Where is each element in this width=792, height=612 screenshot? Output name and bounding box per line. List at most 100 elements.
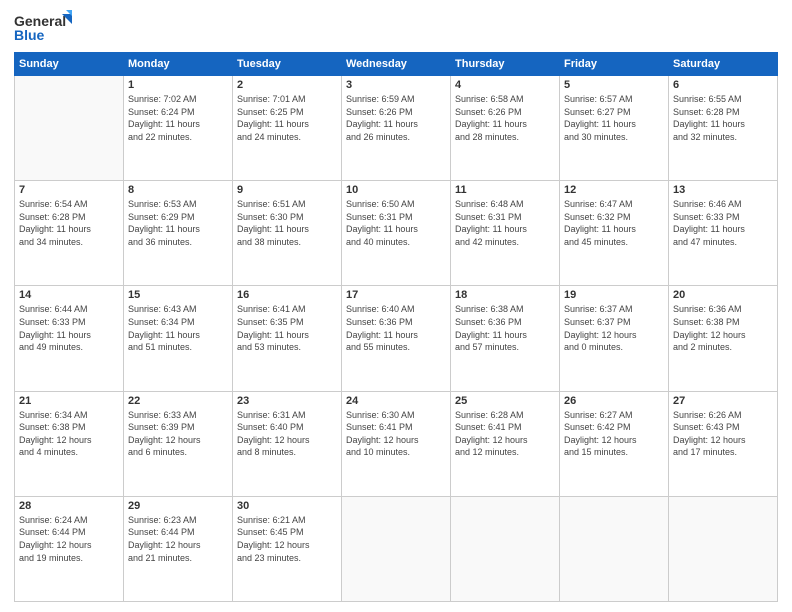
cell-sun-info: Sunrise: 6:53 AM Sunset: 6:29 PM Dayligh… <box>128 198 228 248</box>
calendar-cell: 27Sunrise: 6:26 AM Sunset: 6:43 PM Dayli… <box>669 391 778 496</box>
calendar-cell <box>342 496 451 601</box>
col-header-tuesday: Tuesday <box>233 53 342 76</box>
calendar-cell: 18 Sunrise: 6:38 AM Sunset: 6:36 PM Dayli… <box>451 286 560 391</box>
day-number: 10 <box>346 184 446 196</box>
cell-sun-info: Sunrise: 6:41 AM Sunset: 6:35 PM Dayligh… <box>237 303 337 353</box>
cell-sun-info: Sunrise: 6:51 AM Sunset: 6:30 PM Dayligh… <box>237 198 337 248</box>
day-number: 25 <box>455 395 555 407</box>
calendar-cell: 28 Sunrise: 6:24 AM Sunset: 6:44 PM Dayli… <box>15 496 124 601</box>
cell-sun-info: Sunrise: 6:21 AM Sunset: 6:45 PM Dayligh… <box>237 514 337 564</box>
cell-sun-info: Sunrise: 6:31 AM Sunset: 6:40 PM Dayligh… <box>237 409 337 459</box>
cell-sun-info: Sunrise: 6:23 AM Sunset: 6:44 PM Dayligh… <box>128 514 228 564</box>
cell-sun-info: Sunrise: 6:33 AM Sunset: 6:39 PM Dayligh… <box>128 409 228 459</box>
day-number: 16 <box>237 289 337 301</box>
cell-sun-info: Sunrise: 6:38 AM Sunset: 6:36 PM Dayligh… <box>455 303 555 353</box>
day-number: 23 <box>237 395 337 407</box>
calendar-cell: 3 Sunrise: 6:59 AM Sunset: 6:26 PM Daylig… <box>342 76 451 181</box>
col-header-saturday: Saturday <box>669 53 778 76</box>
calendar-cell: 9Sunrise: 6:51 AM Sunset: 6:30 PM Daylig… <box>233 181 342 286</box>
cell-sun-info: Sunrise: 7:02 AM Sunset: 6:24 PM Dayligh… <box>128 93 228 143</box>
calendar-cell: 15Sunrise: 6:43 AM Sunset: 6:34 PM Dayli… <box>124 286 233 391</box>
day-number: 18 <box>455 289 555 301</box>
cell-sun-info: Sunrise: 7:01 AM Sunset: 6:25 PM Dayligh… <box>237 93 337 143</box>
col-header-monday: Monday <box>124 53 233 76</box>
calendar-cell: 5 Sunrise: 6:57 AM Sunset: 6:27 PM Daylig… <box>560 76 669 181</box>
day-number: 20 <box>673 289 773 301</box>
cell-sun-info: Sunrise: 6:59 AM Sunset: 6:26 PM Dayligh… <box>346 93 446 143</box>
day-number: 13 <box>673 184 773 196</box>
calendar-cell: 25Sunrise: 6:28 AM Sunset: 6:41 PM Dayli… <box>451 391 560 496</box>
calendar-cell: 24 Sunrise: 6:30 AM Sunset: 6:41 PM Dayli… <box>342 391 451 496</box>
calendar-cell: 1 Sunrise: 7:02 AM Sunset: 6:24 PM Daylig… <box>124 76 233 181</box>
calendar-cell: 21Sunrise: 6:34 AM Sunset: 6:38 PM Dayli… <box>15 391 124 496</box>
cell-sun-info: Sunrise: 6:50 AM Sunset: 6:31 PM Dayligh… <box>346 198 446 248</box>
cell-sun-info: Sunrise: 6:36 AM Sunset: 6:38 PM Dayligh… <box>673 303 773 353</box>
day-number: 29 <box>128 500 228 512</box>
calendar-cell: 14Sunrise: 6:44 AM Sunset: 6:33 PM Dayli… <box>15 286 124 391</box>
day-number: 7 <box>19 184 119 196</box>
day-number: 11 <box>455 184 555 196</box>
header: GeneralBlue <box>14 10 778 46</box>
day-number: 14 <box>19 289 119 301</box>
col-header-thursday: Thursday <box>451 53 560 76</box>
cell-sun-info: Sunrise: 6:58 AM Sunset: 6:26 PM Dayligh… <box>455 93 555 143</box>
col-header-sunday: Sunday <box>15 53 124 76</box>
cell-sun-info: Sunrise: 6:24 AM Sunset: 6:44 PM Dayligh… <box>19 514 119 564</box>
day-number: 19 <box>564 289 664 301</box>
calendar-cell <box>451 496 560 601</box>
calendar-week-2: 7Sunrise: 6:54 AM Sunset: 6:28 PM Daylig… <box>15 181 778 286</box>
day-number: 6 <box>673 79 773 91</box>
svg-text:Blue: Blue <box>14 27 45 43</box>
calendar-cell: 29 Sunrise: 6:23 AM Sunset: 6:44 PM Dayli… <box>124 496 233 601</box>
day-number: 22 <box>128 395 228 407</box>
day-number: 3 <box>346 79 446 91</box>
cell-sun-info: Sunrise: 6:40 AM Sunset: 6:36 PM Dayligh… <box>346 303 446 353</box>
day-number: 28 <box>19 500 119 512</box>
cell-sun-info: Sunrise: 6:55 AM Sunset: 6:28 PM Dayligh… <box>673 93 773 143</box>
calendar-cell: 10 Sunrise: 6:50 AM Sunset: 6:31 PM Dayli… <box>342 181 451 286</box>
cell-sun-info: Sunrise: 6:26 AM Sunset: 6:43 PM Dayligh… <box>673 409 773 459</box>
day-number: 30 <box>237 500 337 512</box>
day-number: 26 <box>564 395 664 407</box>
calendar-week-4: 21Sunrise: 6:34 AM Sunset: 6:38 PM Dayli… <box>15 391 778 496</box>
calendar-cell: 23 Sunrise: 6:31 AM Sunset: 6:40 PM Dayli… <box>233 391 342 496</box>
calendar-cell: 19Sunrise: 6:37 AM Sunset: 6:37 PM Dayli… <box>560 286 669 391</box>
calendar-cell: 17 Sunrise: 6:40 AM Sunset: 6:36 PM Dayli… <box>342 286 451 391</box>
day-number: 5 <box>564 79 664 91</box>
day-number: 2 <box>237 79 337 91</box>
calendar-cell: 12Sunrise: 6:47 AM Sunset: 6:32 PM Dayli… <box>560 181 669 286</box>
calendar-cell: 11 Sunrise: 6:48 AM Sunset: 6:31 PM Dayli… <box>451 181 560 286</box>
cell-sun-info: Sunrise: 6:30 AM Sunset: 6:41 PM Dayligh… <box>346 409 446 459</box>
calendar-week-5: 28 Sunrise: 6:24 AM Sunset: 6:44 PM Dayli… <box>15 496 778 601</box>
calendar-table: SundayMondayTuesdayWednesdayThursdayFrid… <box>14 52 778 602</box>
calendar-cell: 22 Sunrise: 6:33 AM Sunset: 6:39 PM Dayli… <box>124 391 233 496</box>
logo-svg: GeneralBlue <box>14 10 74 46</box>
cell-sun-info: Sunrise: 6:34 AM Sunset: 6:38 PM Dayligh… <box>19 409 119 459</box>
col-header-friday: Friday <box>560 53 669 76</box>
calendar-week-3: 14Sunrise: 6:44 AM Sunset: 6:33 PM Dayli… <box>15 286 778 391</box>
cell-sun-info: Sunrise: 6:48 AM Sunset: 6:31 PM Dayligh… <box>455 198 555 248</box>
calendar-cell <box>669 496 778 601</box>
calendar-cell: 6 Sunrise: 6:55 AM Sunset: 6:28 PM Daylig… <box>669 76 778 181</box>
cell-sun-info: Sunrise: 6:46 AM Sunset: 6:33 PM Dayligh… <box>673 198 773 248</box>
calendar-cell: 16 Sunrise: 6:41 AM Sunset: 6:35 PM Dayli… <box>233 286 342 391</box>
calendar-week-1: 1 Sunrise: 7:02 AM Sunset: 6:24 PM Daylig… <box>15 76 778 181</box>
calendar-cell: 7Sunrise: 6:54 AM Sunset: 6:28 PM Daylig… <box>15 181 124 286</box>
day-number: 24 <box>346 395 446 407</box>
calendar-cell: 30 Sunrise: 6:21 AM Sunset: 6:45 PM Dayli… <box>233 496 342 601</box>
day-number: 8 <box>128 184 228 196</box>
cell-sun-info: Sunrise: 6:57 AM Sunset: 6:27 PM Dayligh… <box>564 93 664 143</box>
day-number: 12 <box>564 184 664 196</box>
calendar-cell: 26 Sunrise: 6:27 AM Sunset: 6:42 PM Dayli… <box>560 391 669 496</box>
calendar-cell: 4Sunrise: 6:58 AM Sunset: 6:26 PM Daylig… <box>451 76 560 181</box>
day-number: 17 <box>346 289 446 301</box>
cell-sun-info: Sunrise: 6:43 AM Sunset: 6:34 PM Dayligh… <box>128 303 228 353</box>
logo: GeneralBlue <box>14 10 74 46</box>
calendar-cell: 8 Sunrise: 6:53 AM Sunset: 6:29 PM Daylig… <box>124 181 233 286</box>
cell-sun-info: Sunrise: 6:27 AM Sunset: 6:42 PM Dayligh… <box>564 409 664 459</box>
calendar-cell <box>15 76 124 181</box>
calendar-cell <box>560 496 669 601</box>
calendar-header-row: SundayMondayTuesdayWednesdayThursdayFrid… <box>15 53 778 76</box>
page: GeneralBlue SundayMondayTuesdayWednesday… <box>0 0 792 612</box>
day-number: 1 <box>128 79 228 91</box>
